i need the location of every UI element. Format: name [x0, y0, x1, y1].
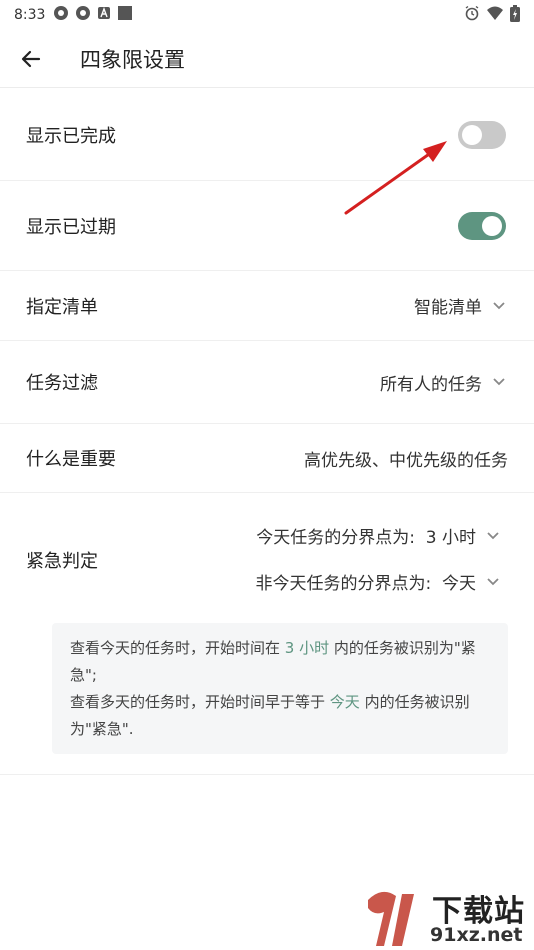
chevron-down-icon [492, 377, 506, 387]
show-completed-label: 显示已完成 [26, 125, 116, 147]
task-filter-label: 任务过滤 [26, 373, 98, 394]
app-notification-icon [53, 5, 69, 25]
note-highlight: 3 小时 [284, 639, 330, 657]
assign-list-dropdown[interactable]: 智能清单 [414, 293, 506, 318]
back-button[interactable] [0, 30, 62, 88]
status-time: 8:33 [14, 7, 46, 23]
task-filter-value: 所有人的任务 [380, 374, 482, 395]
watermark-url: 91xz.net [430, 924, 523, 946]
setting-row-show-overdue: 显示已过期 [0, 181, 534, 271]
setting-row-assign-list[interactable]: 指定清单 智能清单 [0, 271, 534, 341]
urgent-explanation-note: 查看今天的任务时，开始时间在 3 小时 内的任务被识别为"紧急"; 查看多天的任… [52, 623, 508, 754]
urgent-nontoday-dropdown[interactable]: 非今天任务的分界点为: 今天 [255, 569, 500, 594]
alarm-icon [464, 5, 480, 25]
note-text: 查看今天的任务时，开始时间在 [70, 639, 285, 657]
important-value[interactable]: 高优先级、中优先级的任务 [304, 446, 508, 471]
setting-row-show-completed: 显示已完成 [0, 89, 534, 181]
chevron-down-icon [486, 531, 500, 541]
watermark-91-icon [368, 891, 414, 946]
show-overdue-label: 显示已过期 [26, 216, 116, 238]
urgent-label: 紧急判定 [26, 551, 98, 572]
note-highlight: 今天 [329, 693, 360, 711]
note-text: 查看多天的任务时，开始时间早于等于 [70, 693, 330, 711]
setting-row-urgent: 紧急判定 今天任务的分界点为: 3 小时 非今天任务的分界点为: 今天 查看今天… [0, 493, 534, 775]
assign-list-value: 智能清单 [414, 298, 482, 318]
important-label: 什么是重要 [26, 449, 116, 470]
app-bar: 四象限设置 [0, 30, 534, 88]
battery-charging-icon [510, 4, 520, 26]
arrow-left-icon [21, 50, 41, 67]
urgent-nontoday-value: 非今天任务的分界点为: 今天 [255, 574, 476, 594]
font-app-icon [97, 6, 111, 24]
urgent-today-value: 今天任务的分界点为: 3 小时 [256, 528, 476, 548]
task-filter-dropdown[interactable]: 所有人的任务 [380, 370, 506, 395]
status-bar: 8:33 [0, 0, 534, 30]
wifi-icon [486, 5, 504, 25]
watermark-logo: 下载站 91xz.net [362, 886, 534, 950]
show-overdue-toggle[interactable] [458, 211, 506, 240]
show-completed-toggle[interactable] [458, 120, 506, 149]
toggle-knob [482, 215, 502, 236]
setting-row-task-filter[interactable]: 任务过滤 所有人的任务 [0, 341, 534, 424]
assign-list-label: 指定清单 [26, 296, 98, 318]
chevron-down-icon [486, 577, 500, 587]
chevron-down-icon [492, 301, 506, 311]
page-title: 四象限设置 [80, 47, 185, 72]
app-notification-icon [75, 5, 91, 25]
urgent-today-dropdown[interactable]: 今天任务的分界点为: 3 小时 [256, 523, 500, 548]
toggle-knob [462, 124, 482, 145]
square-app-icon [117, 5, 133, 25]
setting-row-what-is-important[interactable]: 什么是重要 高优先级、中优先级的任务 [0, 424, 534, 493]
